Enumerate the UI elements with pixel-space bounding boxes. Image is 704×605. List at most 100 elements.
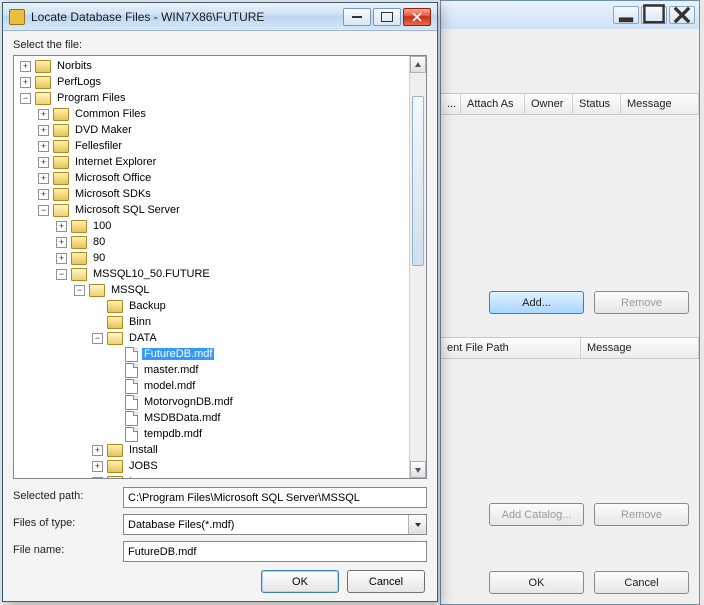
expander-icon[interactable]: −: [92, 333, 103, 344]
expander-icon[interactable]: +: [38, 141, 49, 152]
tree-folder-ms-sdks[interactable]: Microsoft SDKs: [73, 188, 153, 200]
bg-col-message[interactable]: Message: [621, 94, 699, 114]
folder-icon: [35, 60, 51, 73]
tree-folder-mssql[interactable]: MSSQL: [109, 284, 152, 296]
tree-folder-data[interactable]: DATA: [127, 332, 159, 344]
folder-icon: [107, 460, 123, 473]
minimize-button[interactable]: [343, 8, 371, 26]
tree-folder-ms-sql-server[interactable]: Microsoft SQL Server: [73, 204, 182, 216]
tree-folder-mssql10-50-future[interactable]: MSSQL10_50.FUTURE: [91, 268, 212, 280]
tree-file-model[interactable]: model.mdf: [142, 380, 197, 392]
folder-icon: [53, 188, 69, 201]
folder-open-icon: [107, 332, 123, 345]
scroll-up-button[interactable]: [410, 56, 426, 73]
folder-icon: [107, 476, 123, 479]
bg-col-attach-as[interactable]: Attach As: [461, 94, 525, 114]
bg-columns-bottom: ent File Path Message: [441, 337, 699, 359]
mdf-file-icon: [125, 427, 138, 442]
expander-icon[interactable]: +: [20, 61, 31, 72]
tree-folder-80[interactable]: 80: [91, 236, 107, 248]
expander-icon[interactable]: −: [20, 93, 31, 104]
folder-icon: [71, 236, 87, 249]
bg-cancel-button[interactable]: Cancel: [594, 571, 689, 594]
folder-icon: [35, 76, 51, 89]
ok-button[interactable]: OK: [261, 570, 339, 593]
expander-icon[interactable]: +: [56, 221, 67, 232]
expander-icon[interactable]: −: [38, 205, 49, 216]
tree-folder-log[interactable]: Log: [127, 476, 149, 478]
tree-file-tempdb[interactable]: tempdb.mdf: [142, 428, 204, 440]
tree-folder-fellesfiler[interactable]: Fellesfiler: [73, 140, 124, 152]
tree-file-futuredb[interactable]: FutureDB.mdf: [142, 348, 214, 360]
tree-folder-ms-office[interactable]: Microsoft Office: [73, 172, 153, 184]
files-of-type-combo[interactable]: [123, 514, 427, 535]
folder-icon: [107, 316, 123, 329]
bg-remove-button[interactable]: Remove: [594, 291, 689, 314]
chevron-down-icon[interactable]: [408, 515, 426, 534]
tree-folder-program-files[interactable]: Program Files: [55, 92, 127, 104]
folder-icon: [53, 124, 69, 137]
bg-maximize-button[interactable]: [641, 6, 667, 24]
expander-icon[interactable]: +: [56, 237, 67, 248]
expander-icon[interactable]: +: [38, 189, 49, 200]
tree-file-motorvogndb[interactable]: MotorvognDB.mdf: [142, 396, 235, 408]
bg-add-button[interactable]: Add...: [489, 291, 584, 314]
expander-icon[interactable]: +: [38, 157, 49, 168]
selected-path-field[interactable]: [123, 487, 427, 508]
folder-icon: [71, 220, 87, 233]
expander-icon[interactable]: −: [74, 285, 85, 296]
bg-col-ellipsis[interactable]: ...: [441, 94, 461, 114]
scroll-down-button[interactable]: [410, 461, 426, 478]
expander-icon[interactable]: −: [56, 269, 67, 280]
tree-folder-binn[interactable]: Binn: [127, 316, 153, 328]
bg-remove-button-2[interactable]: Remove: [594, 503, 689, 526]
tree-folder-common-files[interactable]: Common Files: [73, 108, 148, 120]
expander-icon[interactable]: +: [20, 77, 31, 88]
tree-folder-100[interactable]: 100: [91, 220, 113, 232]
bg-minimize-button[interactable]: [613, 6, 639, 24]
bg-col-message2[interactable]: Message: [581, 338, 699, 358]
expander-icon[interactable]: +: [92, 461, 103, 472]
bg-ok-button[interactable]: OK: [489, 571, 584, 594]
tree-folder-ie[interactable]: Internet Explorer: [73, 156, 158, 168]
bg-col-status[interactable]: Status: [573, 94, 621, 114]
tree-folder-90[interactable]: 90: [91, 252, 107, 264]
expander-icon[interactable]: +: [38, 109, 49, 120]
files-of-type-value[interactable]: [123, 514, 427, 535]
tree-folder-backup[interactable]: Backup: [127, 300, 168, 312]
bg-col-owner[interactable]: Owner: [525, 94, 573, 114]
titlebar[interactable]: Locate Database Files - WIN7X86\FUTURE: [3, 3, 437, 31]
bg-add-catalog-button[interactable]: Add Catalog...: [489, 503, 584, 526]
tree-folder-install[interactable]: Install: [127, 444, 160, 456]
tree-folder-jobs[interactable]: JOBS: [127, 460, 160, 472]
expander-icon[interactable]: +: [38, 125, 49, 136]
folder-icon: [53, 156, 69, 169]
folder-icon: [107, 444, 123, 457]
attach-db-dialog: ... Attach As Owner Status Message Add..…: [440, 0, 700, 605]
select-file-label: Select the file:: [13, 39, 427, 51]
window-title: Locate Database Files - WIN7X86\FUTURE: [31, 10, 343, 24]
bg-columns-top: ... Attach As Owner Status Message: [441, 93, 699, 115]
file-name-field[interactable]: [123, 541, 427, 562]
cancel-button[interactable]: Cancel: [347, 570, 425, 593]
tree-file-msdbdata[interactable]: MSDBData.mdf: [142, 412, 222, 424]
maximize-button[interactable]: [373, 8, 401, 26]
file-name-label: File name:: [13, 544, 123, 556]
tree-folder-perflogs[interactable]: PerfLogs: [55, 76, 103, 88]
tree-vertical-scrollbar[interactable]: [409, 56, 426, 478]
folder-open-icon: [71, 268, 87, 281]
bg-close-button[interactable]: [669, 6, 695, 24]
close-button[interactable]: [403, 8, 431, 26]
folder-icon: [107, 300, 123, 313]
tree-folder-norbits[interactable]: Norbits: [55, 60, 94, 72]
tree-file-master[interactable]: master.mdf: [142, 364, 200, 376]
file-tree[interactable]: + Norbits + PerfLogs − Program Files + Commo…: [13, 55, 427, 479]
scroll-thumb[interactable]: [412, 96, 424, 266]
selected-path-label: Selected path:: [13, 490, 123, 502]
expander-icon[interactable]: +: [92, 477, 103, 479]
expander-icon[interactable]: +: [38, 173, 49, 184]
bg-col-filepath[interactable]: ent File Path: [441, 338, 581, 358]
expander-icon[interactable]: +: [92, 445, 103, 456]
expander-icon[interactable]: +: [56, 253, 67, 264]
tree-folder-dvd-maker[interactable]: DVD Maker: [73, 124, 134, 136]
